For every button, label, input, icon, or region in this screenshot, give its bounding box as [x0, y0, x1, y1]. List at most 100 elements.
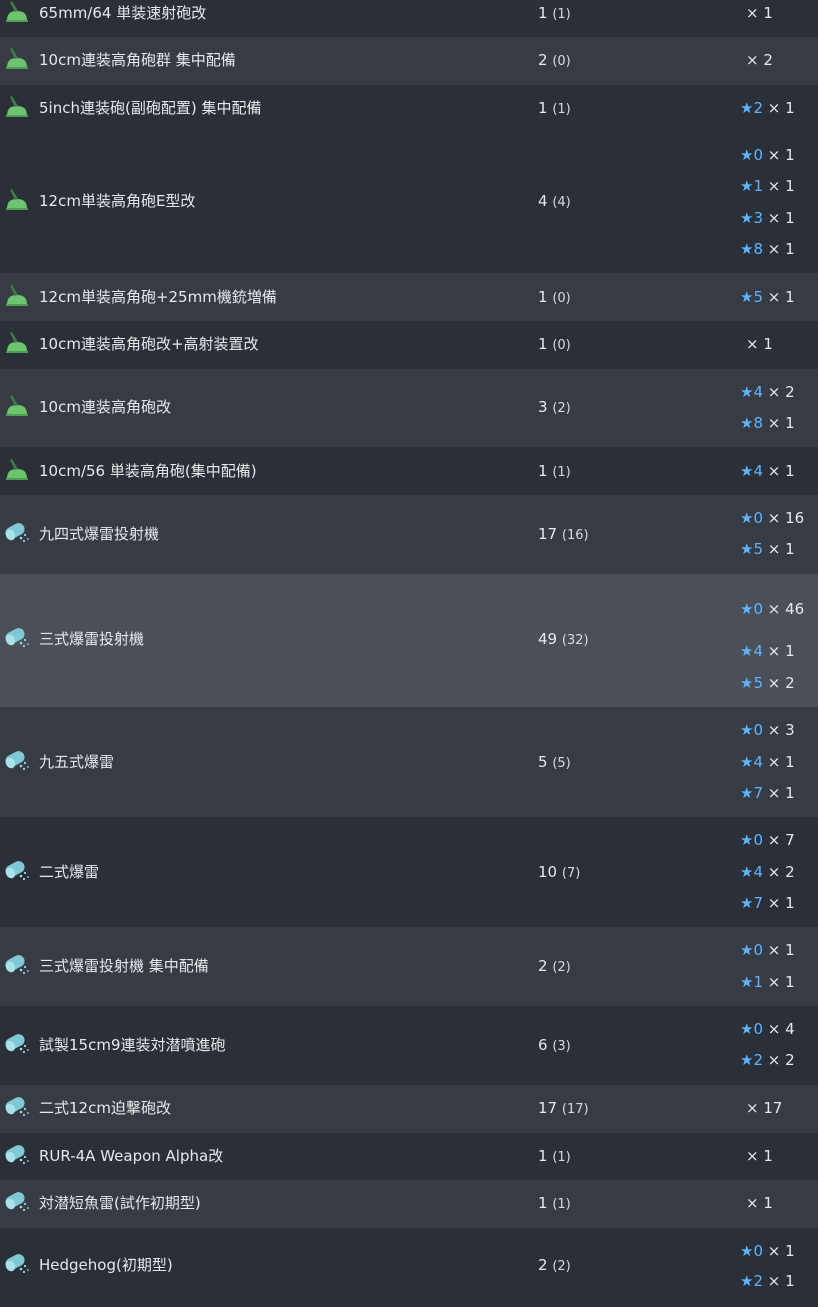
table-row[interactable]: 九四式爆雷投射機 17 (16) ★0 × 16 ★5 × 1: [0, 495, 818, 574]
available-count: (0): [552, 54, 571, 69]
total-count: 2: [538, 1256, 548, 1274]
table-row[interactable]: 12cm単装高角砲+25mm機銃増備 1 (0) ★5 × 1: [0, 273, 818, 321]
star-level: ★3: [740, 209, 763, 227]
aa-gun-icon: [3, 283, 31, 307]
equipment-name: 10cm連装高角砲改+高射装置改: [39, 335, 259, 353]
star-count: × 2: [767, 674, 795, 692]
star-count: × 46: [767, 600, 805, 618]
improvement-entry: ★0 × 1: [740, 146, 795, 164]
star-level: ★0: [740, 1242, 763, 1260]
equipment-count: 1 (1): [538, 1194, 571, 1214]
equipment-name: Hedgehog(初期型): [39, 1256, 173, 1274]
depth-charge-icon: [3, 748, 31, 772]
equipment-count: 3 (2): [538, 398, 571, 418]
improvement-entry: ★4 × 1: [740, 753, 795, 771]
available-count: (1): [552, 102, 571, 117]
equipment-name: 65mm/64 単装速射砲改: [39, 4, 207, 22]
star-count: × 17: [746, 1099, 783, 1117]
table-row[interactable]: 10cm/56 単装高角砲(集中配備) 1 (1) ★4 × 1: [0, 447, 818, 495]
star-level: ★4: [740, 863, 763, 881]
equipment-count: 1 (1): [538, 99, 571, 119]
star-count: × 1: [767, 146, 795, 164]
table-row[interactable]: 二式爆雷 10 (7) ★0 × 7 ★4 × 2 ★7 × 1: [0, 817, 818, 927]
available-count: (17): [561, 1102, 589, 1117]
star-level: ★7: [740, 784, 763, 802]
table-row[interactable]: 三式爆雷投射機 集中配備 2 (2) ★0 × 1 ★1 × 1: [0, 927, 818, 1006]
star-count: × 7: [767, 831, 795, 849]
table-row[interactable]: 5inch連装砲(副砲配置) 集中配備 1 (1) ★2 × 1: [0, 85, 818, 132]
table-row[interactable]: 65mm/64 単装速射砲改 1 (1) × 1: [0, 0, 818, 37]
star-level: ★4: [740, 462, 763, 480]
improvement-entry: ★5 × 2: [740, 674, 795, 692]
equipment-name: RUR-4A Weapon Alpha改: [39, 1147, 224, 1165]
total-count: 49: [538, 630, 558, 648]
total-count: 1: [538, 462, 548, 480]
total-count: 1: [538, 335, 548, 353]
improvement-entry: ★4 × 2: [740, 863, 795, 881]
total-count: 1: [538, 1194, 548, 1212]
equipment-name: 10cm連装高角砲改: [39, 398, 171, 416]
improvement-entry: ★0 × 1: [740, 1242, 795, 1260]
table-row[interactable]: 三式爆雷投射機 49 (32) ★0 × 46 ★4 × 1 ★5 × 2: [0, 574, 818, 707]
table-row[interactable]: Hedgehog(初期型) 2 (2) ★0 × 1 ★2 × 1: [0, 1228, 818, 1307]
star-level: ★5: [740, 674, 763, 692]
available-count: (1): [552, 1150, 571, 1165]
total-count: 3: [538, 398, 548, 416]
star-count: × 1: [767, 540, 795, 558]
equipment-count: 6 (3): [538, 1036, 571, 1056]
equipment-name: 10cm連装高角砲群 集中配備: [39, 51, 236, 69]
available-count: (16): [561, 528, 589, 543]
star-level: ★4: [740, 383, 763, 401]
depth-charge-icon: [3, 1251, 31, 1275]
equipment-count: 17 (17): [538, 1099, 589, 1119]
available-count: (0): [552, 338, 571, 353]
total-count: 2: [538, 51, 548, 69]
star-level: ★7: [740, 894, 763, 912]
total-count: 1: [538, 1147, 548, 1165]
equipment-count: 2 (2): [538, 1256, 571, 1276]
improvement-entry: ★1 × 1: [740, 177, 795, 195]
improvement-entry: ★4 × 1: [740, 462, 795, 480]
improvement-entry: ★0 × 3: [740, 721, 795, 739]
star-count: × 1: [767, 99, 795, 117]
total-count: 17: [538, 525, 558, 543]
depth-charge-icon: [3, 625, 31, 649]
table-row[interactable]: 九五式爆雷 5 (5) ★0 × 3 ★4 × 1 ★7 × 1: [0, 707, 818, 817]
available-count: (2): [552, 960, 571, 975]
available-count: (2): [552, 1259, 571, 1274]
star-count: × 1: [767, 642, 795, 660]
equipment-count: 4 (4): [538, 192, 571, 212]
improvement-entry: × 1: [746, 4, 773, 22]
total-count: 5: [538, 753, 548, 771]
available-count: (5): [552, 756, 571, 771]
star-level: ★0: [740, 941, 763, 959]
table-row[interactable]: 対潜短魚雷(試作初期型) 1 (1) × 1: [0, 1180, 818, 1228]
available-count: (1): [552, 465, 571, 480]
table-row[interactable]: 10cm連装高角砲群 集中配備 2 (0) × 2: [0, 37, 818, 85]
table-row[interactable]: RUR-4A Weapon Alpha改 1 (1) × 1: [0, 1133, 818, 1180]
available-count: (1): [552, 1197, 571, 1212]
improvement-entry: ★0 × 1: [740, 941, 795, 959]
table-row[interactable]: 12cm単装高角砲E型改 4 (4) ★0 × 1 ★1 × 1 ★3 × 1 ★8 × …: [0, 132, 818, 273]
depth-charge-icon: [3, 520, 31, 544]
aa-gun-icon: [3, 393, 31, 417]
total-count: 10: [538, 863, 558, 881]
equipment-name: 12cm単装高角砲E型改: [39, 192, 196, 210]
improvement-entry: ★0 × 46: [740, 600, 804, 618]
star-count: × 1: [767, 414, 795, 432]
table-row[interactable]: 試製15cm9連装対潜噴進砲 6 (3) ★0 × 4 ★2 × 2: [0, 1006, 818, 1085]
available-count: (1): [552, 7, 571, 22]
star-level: ★2: [740, 1051, 763, 1069]
star-level: ★0: [740, 721, 763, 739]
star-count: × 2: [746, 51, 773, 69]
total-count: 4: [538, 192, 548, 210]
table-row[interactable]: 二式12cm迫撃砲改 17 (17) × 17: [0, 1085, 818, 1133]
star-level: ★2: [740, 99, 763, 117]
table-row[interactable]: 10cm連装高角砲改 3 (2) ★4 × 2 ★8 × 1: [0, 369, 818, 447]
available-count: (4): [552, 195, 571, 210]
star-count: × 1: [767, 973, 795, 991]
star-level: ★5: [740, 288, 763, 306]
star-count: × 1: [767, 288, 795, 306]
table-row[interactable]: 10cm連装高角砲改+高射装置改 1 (0) × 1: [0, 321, 818, 369]
improvement-entry: ★8 × 1: [740, 240, 795, 258]
